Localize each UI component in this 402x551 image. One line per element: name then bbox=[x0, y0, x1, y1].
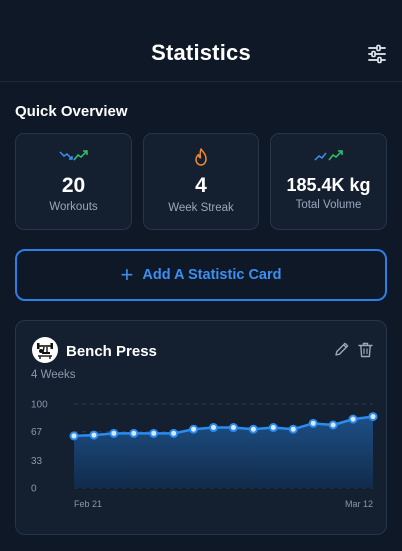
stat-card-workouts[interactable]: 20 Workouts bbox=[15, 133, 132, 230]
data-point bbox=[368, 412, 378, 422]
workouts-value: 20 bbox=[61, 174, 86, 197]
exercise-stat-card: Bench Press 4 Weeks 0 33 67 100 Feb 21 Mar 12 bbox=[15, 320, 387, 535]
total-volume-label: Total Volume bbox=[295, 199, 362, 211]
data-point bbox=[89, 430, 99, 440]
data-point bbox=[268, 423, 278, 433]
data-point bbox=[288, 424, 298, 434]
data-point bbox=[248, 424, 258, 434]
filter-settings-button[interactable] bbox=[366, 43, 388, 65]
page-title: Statistics bbox=[151, 40, 251, 65]
week-streak-value: 4 bbox=[195, 174, 207, 197]
app-header: Statistics bbox=[0, 0, 402, 82]
add-statistic-card-button[interactable]: + Add A Statistic Card bbox=[15, 249, 387, 301]
y-tick-label: 67 bbox=[31, 427, 43, 438]
add-statistic-card-label: Add A Statistic Card bbox=[142, 267, 282, 283]
y-tick-label: 33 bbox=[31, 456, 43, 467]
data-point bbox=[129, 428, 139, 438]
volume-chart: 0 33 67 100 Feb 21 Mar 12 bbox=[31, 400, 378, 509]
week-streak-label: Week Streak bbox=[168, 202, 234, 214]
x-tick-label: Mar 12 bbox=[345, 499, 373, 509]
total-volume-value: 185.4K kg bbox=[286, 175, 371, 195]
data-point bbox=[69, 431, 79, 441]
data-point bbox=[149, 428, 159, 438]
trend-arrows-icon bbox=[16, 150, 131, 168]
y-tick-label: 0 bbox=[31, 484, 37, 495]
flame-icon bbox=[144, 148, 258, 166]
x-tick-label: Feb 21 bbox=[74, 499, 102, 509]
data-point bbox=[308, 418, 318, 428]
data-point bbox=[189, 424, 199, 434]
plus-icon: + bbox=[120, 262, 134, 287]
quick-overview-title: Quick Overview bbox=[15, 103, 128, 120]
data-point bbox=[328, 420, 338, 430]
data-point bbox=[109, 428, 119, 438]
data-point bbox=[348, 414, 358, 424]
stat-card-total-volume[interactable]: 185.4K kg Total Volume bbox=[270, 133, 387, 230]
data-point bbox=[169, 428, 179, 438]
workouts-label: Workouts bbox=[49, 201, 98, 213]
data-point bbox=[209, 423, 219, 433]
stat-card-week-streak[interactable]: 4 Week Streak bbox=[143, 133, 259, 230]
y-tick-label: 100 bbox=[31, 400, 48, 411]
trend-up-icon bbox=[271, 150, 386, 168]
sliders-icon bbox=[368, 44, 386, 64]
data-point bbox=[228, 423, 238, 433]
